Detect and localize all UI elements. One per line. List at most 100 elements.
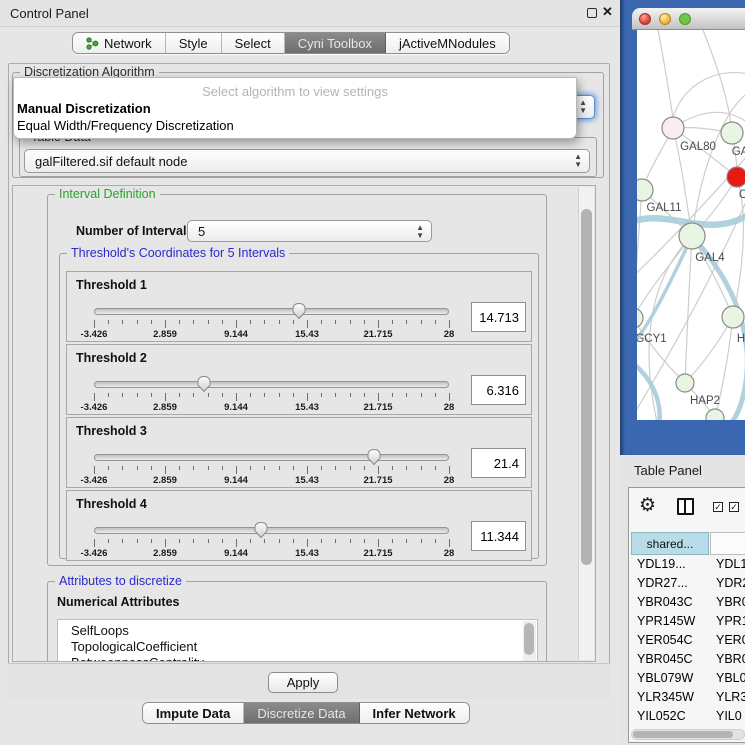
network-node-H[interactable] [722,306,744,328]
cell-name[interactable]: YIL0 [709,709,742,723]
cell-name[interactable]: YDL1 [709,557,745,571]
float-window-icon[interactable] [587,8,597,18]
checkbox-icon[interactable]: ✓ [729,502,739,512]
slider-track[interactable] [94,454,449,461]
network-node-GCY1[interactable] [637,308,643,328]
cell-name[interactable]: YBR0 [709,652,745,666]
threshold-value-field[interactable]: 6.316 [471,375,526,405]
columns-icon[interactable] [677,498,694,515]
cell-shared-name[interactable]: YDR27... [631,576,709,590]
dropdown-item-equal-width-frequency[interactable]: Equal Width/Frequency Discretization [17,118,234,133]
number-of-intervals-combo[interactable]: 5 ▲▼ [187,220,432,242]
table-row[interactable]: YER054CYER0 [631,633,745,652]
settings-scrollbar[interactable] [578,187,594,660]
table-row[interactable]: YPR145WYPR1 [631,614,745,633]
gear-icon[interactable]: ⚙ [639,494,656,517]
slider-thumb[interactable] [291,302,307,320]
tab-infer-network[interactable]: Infer Network [360,703,469,723]
column-header-name[interactable]: n... [710,532,745,555]
cell-name[interactable]: YER0 [709,633,745,647]
network-edge[interactable] [637,236,692,318]
network-node-GAL11[interactable] [637,179,653,201]
attribute-list-item[interactable]: TopologicalCoefficient [58,639,537,655]
network-node-partial[interactable] [706,409,724,420]
threshold-value-field[interactable]: 11.344 [471,521,526,551]
close-icon[interactable]: ✕ [602,4,613,20]
tab-style[interactable]: Style [166,33,222,53]
network-node-C[interactable] [727,167,745,187]
network-edge-thick[interactable] [637,236,692,348]
table-row[interactable]: YBR043CYBR0 [631,595,745,614]
network-node-GAL4[interactable] [679,223,705,249]
minimize-traffic-light[interactable] [659,13,671,25]
list-scrollbar[interactable] [523,621,536,662]
slider-thumb[interactable] [253,521,269,539]
attribute-list-item[interactable]: SelfLoops [58,623,537,639]
threshold-slider[interactable]: -3.4262.8599.14415.4321.71528 [94,524,449,558]
threshold-slider[interactable]: -3.4262.8599.14415.4321.71528 [94,305,449,339]
cell-name[interactable]: YLR3 [709,690,745,704]
slider-track[interactable] [94,527,449,534]
threshold-value-field[interactable]: 21.4 [471,448,526,478]
network-edge[interactable] [685,317,733,383]
slider-tick [222,393,223,397]
cell-name[interactable]: YDR2 [709,576,745,590]
cell-name[interactable]: YBL0 [709,671,745,685]
slider-thumb[interactable] [366,448,382,466]
network-edge[interactable] [692,236,733,317]
table-row[interactable]: YBL079WYBL0 [631,671,745,690]
cell-shared-name[interactable]: YER054C [631,633,709,647]
network-edge[interactable] [657,30,673,117]
cell-shared-name[interactable]: YBR045C [631,652,709,666]
slider-track[interactable] [94,381,449,388]
cell-shared-name[interactable]: YLR345W [631,690,709,704]
cell-name[interactable]: YBR0 [709,595,745,609]
close-traffic-light[interactable] [639,13,651,25]
attribute-list-item[interactable]: BetweennessCentrality [58,655,537,662]
network-node-HAP2[interactable] [676,374,694,392]
threshold-slider[interactable]: -3.4262.8599.14415.4321.71528 [94,451,449,485]
slider-tick-label: 28 [444,475,455,486]
cell-shared-name[interactable]: YIL052C [631,709,709,723]
table-horizontal-scrollbar-thumb[interactable] [633,731,733,738]
cell-shared-name[interactable]: YPR145W [631,614,709,628]
tab-discretize-data[interactable]: Discretize Data [244,703,359,723]
table-row[interactable]: YDR27...YDR2 [631,576,745,595]
table-row[interactable]: YDL19...YDL1 [631,557,745,576]
table-data-combo[interactable]: galFiltered.sif default node ▲▼ [24,149,590,173]
cell-shared-name[interactable]: YBL079W [631,671,709,685]
slider-track[interactable] [94,308,449,315]
apply-button[interactable]: Apply [268,672,338,693]
table-row[interactable]: YBR045CYBR0 [631,652,745,671]
column-header-shared[interactable]: shared... [631,532,709,555]
table-row[interactable]: YLR345WYLR3 [631,690,745,709]
network-edge[interactable] [673,73,745,117]
cell-shared-name[interactable]: YBR043C [631,595,709,609]
cell-name[interactable]: YPR1 [709,614,745,628]
network-window-titlebar[interactable] [632,8,745,30]
network-node-GAL80[interactable] [662,117,684,139]
numerical-attributes-list[interactable]: SelfLoopsTopologicalCoefficientBetweenne… [57,619,538,662]
table-row[interactable]: YIL052CYIL0 [631,709,745,728]
network-canvas[interactable]: GAL80GACGAL11GAL4GCY1HHAP2 [637,30,745,420]
network-node-GA[interactable] [721,122,743,144]
settings-scrollbar-thumb[interactable] [581,209,592,565]
cell-shared-name[interactable]: YDL19... [631,557,709,571]
slider-thumb[interactable] [196,375,212,393]
tab-jactivemnodules[interactable]: jActiveMNodules [386,33,509,53]
zoom-traffic-light[interactable] [679,13,691,25]
tab-network[interactable]: Network [73,33,166,53]
threshold-slider[interactable]: -3.4262.8599.14415.4321.71528 [94,378,449,412]
slider-tick [250,320,251,324]
tab-cyni-toolbox[interactable]: Cyni Toolbox [285,33,386,53]
dropdown-item-manual-discretization[interactable]: Manual Discretization [17,101,151,116]
table-rows: YDL19...YDL1YDR27...YDR2YBR043CYBR0YPR14… [631,557,745,731]
tab-impute-data[interactable]: Impute Data [143,703,244,723]
network-edge[interactable] [637,190,642,318]
list-scrollbar-thumb[interactable] [524,623,534,655]
checkbox-icon[interactable]: ✓ [713,502,723,512]
network-edge[interactable] [685,236,692,383]
threshold-value-field[interactable]: 14.713 [471,302,526,332]
table-horizontal-scrollbar[interactable] [631,729,745,740]
tab-select[interactable]: Select [222,33,285,53]
